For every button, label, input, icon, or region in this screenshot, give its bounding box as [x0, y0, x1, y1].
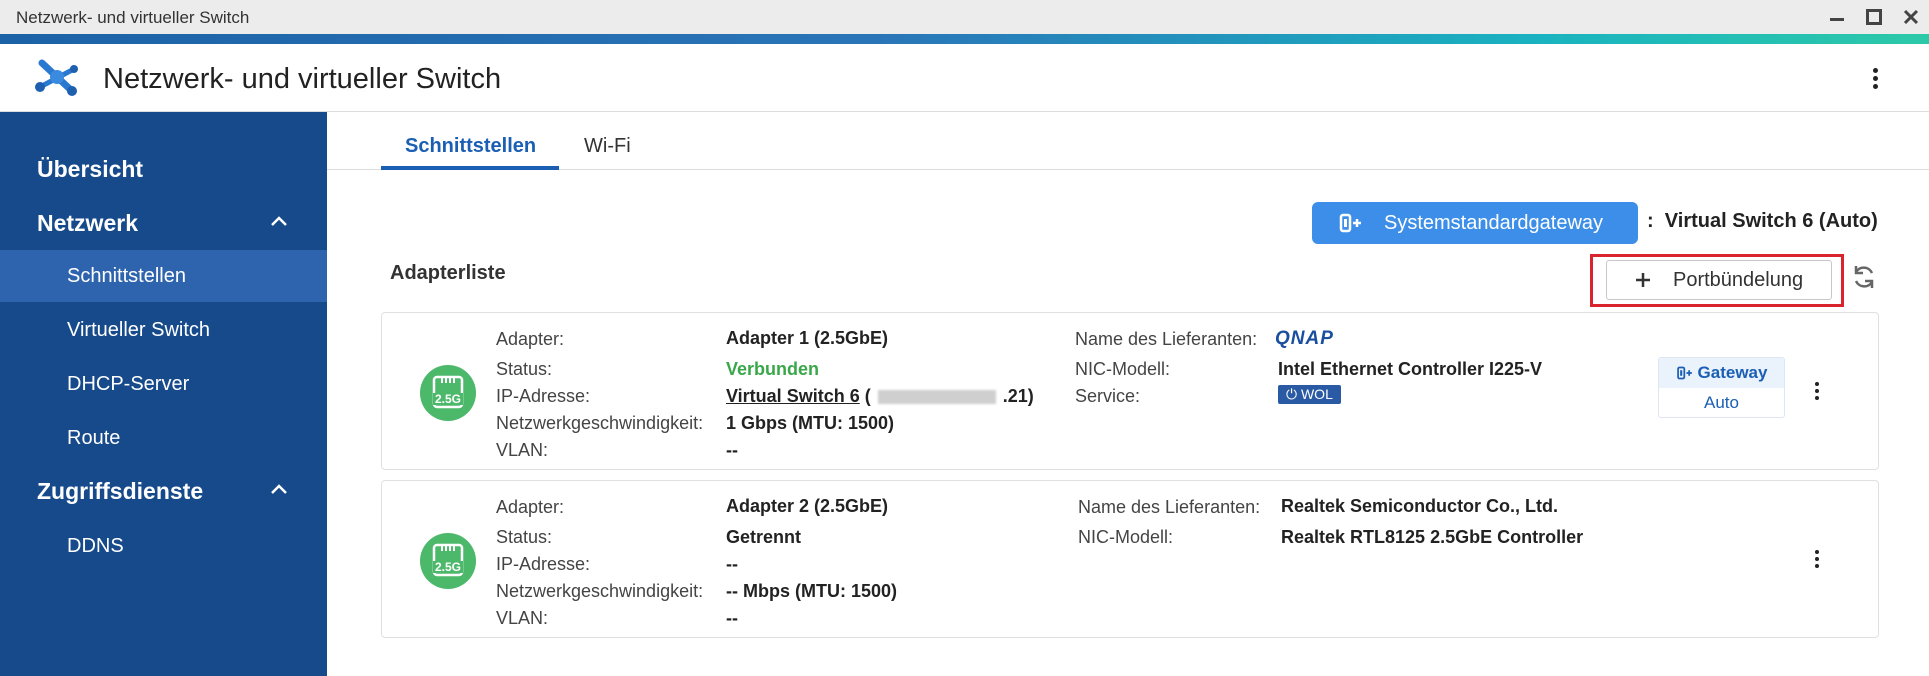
status-label: Status:: [496, 359, 553, 379]
redacted-ip: [877, 390, 996, 405]
plus-icon: [1635, 272, 1651, 288]
speed-label: Netzwerkgeschwindigkeit:: [496, 581, 704, 601]
speed-value: -- Mbps (MTU: 1500): [726, 581, 897, 601]
adapter-label: Adapter:: [496, 329, 565, 349]
wol-badge: ⏻ WOL: [1278, 385, 1341, 404]
refresh-icon[interactable]: [1850, 263, 1878, 296]
status-label: Status:: [496, 527, 553, 547]
close-button[interactable]: [1892, 0, 1929, 34]
active-tab-indicator: [381, 166, 559, 170]
gateway-button-label: Systemstandardgateway: [1384, 211, 1604, 234]
gateway-badge-label: Gateway: [1697, 363, 1768, 382]
sidebar: Übersicht Netzwerk Schnittstellen Virtue…: [0, 112, 327, 676]
service-label: Service:: [1075, 386, 1141, 406]
speed-value: 1 Gbps (MTU: 1500): [726, 413, 895, 433]
more-vertical-icon[interactable]: [1814, 382, 1820, 400]
nic-model-value: Realtek RTL8125 2.5GbE Controller: [1281, 527, 1584, 547]
sidebar-group-access[interactable]: Zugriffsdienste: [37, 478, 327, 505]
adapter-card: 2.5G Adapter: Status: IP-Adresse: Netzwe…: [381, 312, 1879, 470]
accent-bar: [0, 34, 1929, 44]
more-vertical-icon[interactable]: [1814, 550, 1820, 568]
vlan-label: VLAN:: [496, 608, 549, 628]
ethernet-port-icon: 2.5G: [420, 365, 476, 421]
vlan-label: VLAN:: [496, 440, 549, 460]
sidebar-group-access-label: Zugriffsdienste: [37, 478, 204, 504]
adapter-label: Adapter:: [496, 497, 565, 517]
adapter-card: 2.5G Adapter: Status: IP-Adresse: Netzwe…: [381, 480, 1879, 638]
adapter-list-title: Adapterliste: [390, 262, 506, 284]
adapter-speed-badge: 2.5G: [435, 560, 461, 574]
nic-model-label: NIC-Modell:: [1075, 359, 1171, 379]
window-title: Netzwerk- und virtueller Switch: [16, 8, 250, 27]
more-vertical-icon[interactable]: [1872, 68, 1878, 89]
system-default-gateway-button[interactable]: Systemstandardgateway: [1312, 202, 1638, 244]
virtual-switch-link[interactable]: Virtual Switch 6: [726, 386, 860, 406]
vlan-value: --: [726, 608, 738, 628]
ip-value: Virtual Switch 6 ( .21): [726, 386, 1034, 407]
adapter-speed-badge: 2.5G: [435, 392, 461, 406]
gateway-value: : Virtual Switch 6 (Auto): [1647, 210, 1878, 233]
gateway-colon: :: [1647, 210, 1654, 232]
ethernet-port-icon: 2.5G: [420, 533, 476, 589]
adapter-name: Adapter 2 (2.5GbE): [726, 496, 889, 516]
app-title: Netzwerk- und virtueller Switch: [103, 63, 502, 95]
sidebar-item-route[interactable]: Route: [0, 412, 327, 464]
ip-suffix: .21): [1002, 386, 1034, 406]
close-icon: [1903, 9, 1918, 25]
nic-model-value: Intel Ethernet Controller I225-V: [1278, 359, 1543, 379]
maximize-button[interactable]: [1855, 0, 1892, 34]
sidebar-group-network-label: Netzwerk: [37, 210, 138, 236]
tab-wifi[interactable]: Wi-Fi: [584, 135, 631, 158]
ip-value: --: [726, 554, 738, 574]
vendor-value: Realtek Semiconductor Co., Ltd.: [1281, 496, 1559, 516]
wol-label: WOL: [1300, 386, 1333, 402]
ip-label: IP-Adresse:: [496, 386, 591, 406]
gateway-value-text: Virtual Switch 6 (Auto): [1664, 210, 1878, 232]
network-switch-icon: [34, 57, 80, 102]
status-value: Verbunden: [726, 359, 820, 379]
chevron-up-icon: [271, 216, 287, 226]
sidebar-item-overview[interactable]: Übersicht: [37, 156, 143, 183]
app-header: Netzwerk- und virtueller Switch: [0, 44, 1929, 112]
vlan-value: --: [726, 440, 738, 460]
sidebar-item-ddns[interactable]: DDNS: [0, 520, 327, 572]
adapter-name: Adapter 1 (2.5GbE): [726, 328, 889, 348]
port-bundling-label: Portbündelung: [1673, 268, 1804, 291]
status-value: Getrennt: [726, 527, 802, 547]
sidebar-item-dhcp-server[interactable]: DHCP-Server: [0, 358, 327, 410]
vendor-label: Name des Lieferanten:: [1075, 329, 1258, 349]
tab-bar: Schnittstellen Wi-Fi: [327, 112, 1929, 170]
gateway-icon: [1338, 211, 1364, 235]
port-bundling-button[interactable]: Portbündelung: [1606, 260, 1832, 300]
speed-label: Netzwerkgeschwindigkeit:: [496, 413, 704, 433]
window-titlebar: Netzwerk- und virtueller Switch: [0, 0, 1929, 34]
sidebar-group-network[interactable]: Netzwerk: [37, 210, 327, 237]
minimize-button[interactable]: [1818, 0, 1855, 34]
qnap-logo: QNAP: [1275, 328, 1334, 349]
gateway-icon: [1676, 364, 1694, 382]
sidebar-item-virtual-switch[interactable]: Virtueller Switch: [0, 304, 327, 356]
vendor-label: Name des Lieferanten:: [1078, 497, 1261, 517]
gateway-mode: Auto: [1704, 393, 1739, 412]
tab-interfaces[interactable]: Schnittstellen: [405, 135, 536, 158]
sidebar-item-interfaces[interactable]: Schnittstellen: [0, 250, 327, 302]
power-icon: ⏻: [1286, 386, 1298, 402]
chevron-up-icon: [271, 484, 287, 494]
nic-model-label: NIC-Modell:: [1078, 527, 1174, 547]
ip-label: IP-Adresse:: [496, 554, 591, 574]
ip-open-paren: (: [864, 386, 871, 406]
gateway-badge[interactable]: Gateway Auto: [1658, 357, 1785, 418]
